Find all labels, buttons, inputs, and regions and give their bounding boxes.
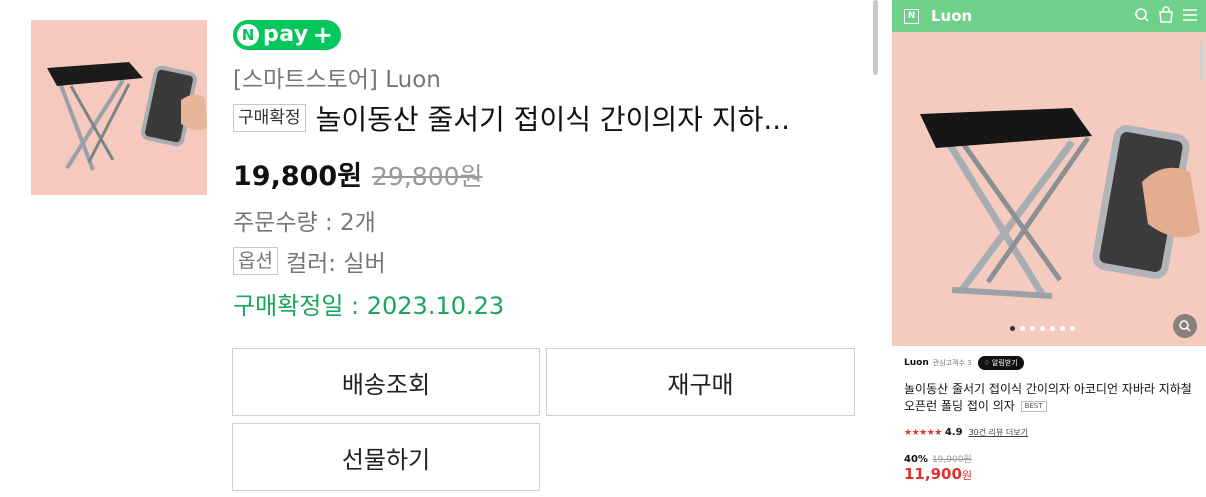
panel-original-price: 19,900원: [931, 455, 972, 465]
rating-row: ★★★★★ 4.9 30건 리뷰 더보기: [904, 427, 1028, 438]
price: 19,800원: [233, 161, 363, 192]
bell-icon: ♢: [983, 359, 990, 367]
carousel-dot[interactable]: [1060, 326, 1065, 331]
npay-label: pay: [263, 22, 309, 47]
carousel-dot[interactable]: [1020, 326, 1025, 331]
status-badge: 구매확정: [233, 103, 306, 133]
purchase-confirm-date: 구매확정일 : 2023.10.23: [233, 292, 505, 320]
order-quantity: 주문수량 : 2개: [233, 210, 376, 236]
sale-price-unit: 원: [961, 469, 973, 482]
plus-icon: +: [312, 21, 333, 49]
carousel-dots[interactable]: [1010, 326, 1075, 331]
original-price: 29,800원: [372, 162, 483, 191]
product-title[interactable]: 놀이동산 줄서기 접이식 간이의자 지하...: [316, 98, 790, 138]
rating-score: 4.9: [944, 427, 963, 438]
menu-icon[interactable]: [1182, 4, 1198, 26]
price-row: 19,800원 29,800원: [233, 154, 483, 193]
search-icon[interactable]: [1134, 4, 1150, 26]
sale-price-number: 11,900: [904, 465, 962, 483]
carousel-dot[interactable]: [1030, 326, 1035, 331]
option-value: 컬러: 실버: [285, 251, 386, 277]
seller-row: Luon 관심고객수 3 ♢ 알림받기: [904, 356, 1024, 370]
notify-button[interactable]: ♢ 알림받기: [977, 356, 1024, 370]
discount-rate: 40%: [904, 454, 928, 465]
option-row: 옵션 컬러: 실버: [233, 244, 386, 278]
naver-logo-icon[interactable]: N: [904, 8, 919, 24]
discount-row: 40% 19,900원: [904, 452, 972, 465]
sale-price: 11,900원: [904, 465, 972, 483]
carousel-dot[interactable]: [1050, 326, 1055, 331]
zoom-icon: [1179, 320, 1191, 332]
store-name[interactable]: [스마트스토어] Luon: [233, 60, 441, 94]
shopping-bag-icon[interactable]: [1158, 4, 1174, 26]
store-header: N Luon: [892, 0, 1206, 32]
panel-scrollbar[interactable]: [1200, 40, 1203, 80]
npay-plus-badge: N pay +: [233, 20, 341, 50]
zoom-button[interactable]: [1173, 314, 1197, 338]
rating-stars: ★★★★★: [904, 427, 942, 438]
header-icons: [1134, 4, 1198, 26]
option-badge: 옵션: [233, 246, 278, 276]
panel-product-title-text: 놀이동산 줄서기 접이식 간이의자 아코디언 자바라 지하철 오픈런 폴딩 접이…: [904, 382, 1192, 414]
carousel-dot[interactable]: [1070, 326, 1075, 331]
folding-stool-hero-image: [920, 108, 1200, 299]
carousel-dot[interactable]: [1040, 326, 1045, 331]
scrollbar[interactable]: [873, 0, 878, 75]
folding-stool-image: [47, 62, 207, 171]
track-shipping-button[interactable]: 배송조회: [232, 348, 540, 416]
rebuy-button[interactable]: 재구매: [546, 348, 855, 416]
store-header-name[interactable]: Luon: [931, 7, 972, 25]
product-thumbnail[interactable]: [31, 20, 207, 195]
seller-name[interactable]: Luon: [904, 358, 929, 368]
product-image-carousel[interactable]: [892, 32, 1206, 346]
notify-button-label: 알림받기: [991, 359, 1018, 367]
gift-button[interactable]: 선물하기: [232, 423, 540, 491]
store-product-panel: N Luon Luon 관심고객수 3 ♢ 알림받기 놀이동산 줄서기 접이식 …: [892, 0, 1206, 497]
carousel-dot[interactable]: [1010, 326, 1015, 331]
seller-follower-count: 관심고객수 3: [932, 359, 972, 367]
best-tag: BEST: [1020, 401, 1047, 413]
review-link[interactable]: 30건 리뷰 더보기: [969, 427, 1028, 438]
panel-product-title: 놀이동산 줄서기 접이식 간이의자 아코디언 자바라 지하철 오픈런 폴딩 접이…: [904, 381, 1200, 416]
naver-n-icon: N: [237, 24, 259, 46]
product-title-row[interactable]: 구매확정 놀이동산 줄서기 접이식 간이의자 지하...: [233, 98, 873, 138]
